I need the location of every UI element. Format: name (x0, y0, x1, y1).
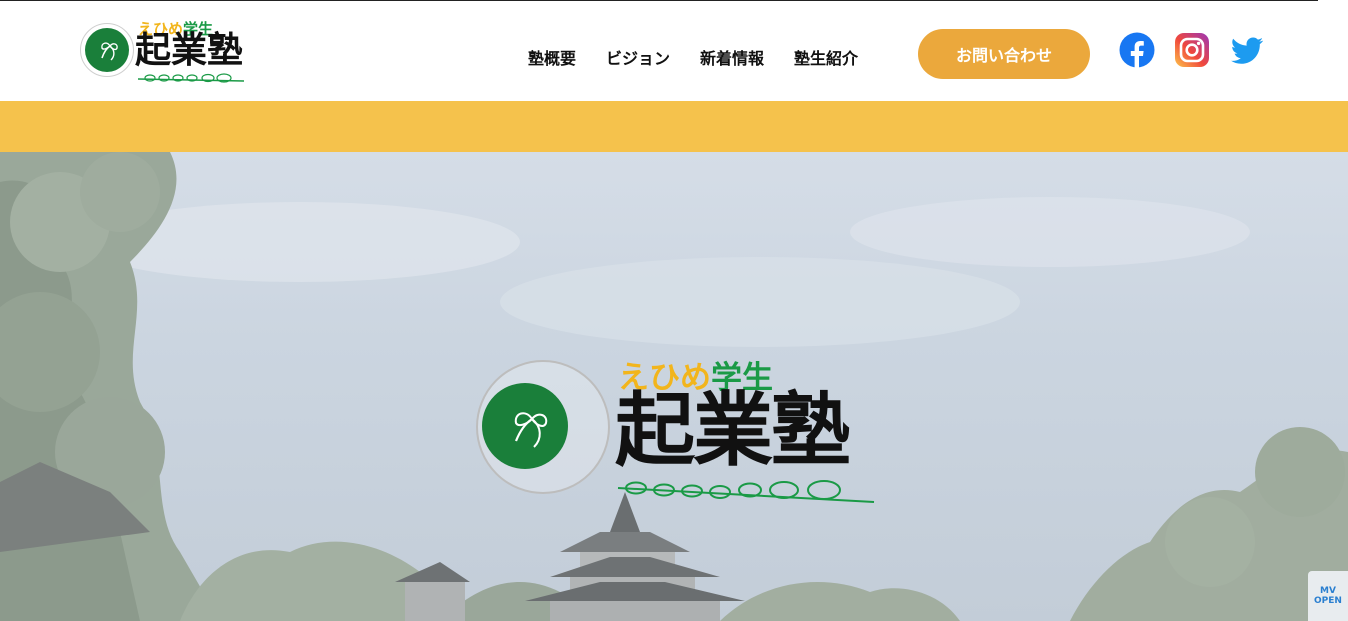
sprout-icon (101, 42, 118, 61)
contact-button[interactable]: お問い合わせ (918, 29, 1090, 79)
nav-item-vision[interactable]: ビジョン (606, 45, 670, 69)
hero-logo-emblem (476, 360, 610, 494)
logo-emblem (80, 23, 134, 77)
facebook-link[interactable] (1119, 32, 1155, 68)
site-header: えひめ学生 起業塾 塾概要 ビジョン 新着情報 塾生紹介 お問い合わせ (0, 1, 1348, 101)
site-logo[interactable]: えひめ学生 起業塾 (78, 15, 248, 87)
hero-logo: えひめ学生 起業塾 (472, 352, 892, 512)
badge-mark: MV (1320, 586, 1336, 596)
facebook-icon (1119, 32, 1155, 68)
nav-item-overview[interactable]: 塾概要 (528, 45, 576, 69)
page: えひめ学生 起業塾 塾概要 ビジョン 新着情報 塾生紹介 お問い合わせ えひめ学… (0, 0, 1348, 621)
accent-band (0, 101, 1348, 152)
instagram-link[interactable] (1174, 32, 1210, 68)
sprout-icon (514, 412, 548, 448)
vine-decoration (137, 73, 245, 83)
twitter-link[interactable] (1229, 32, 1265, 68)
vine-decoration (617, 480, 875, 503)
hero-section: えひめ学生 起業塾 (0, 152, 1348, 621)
nav-item-students[interactable]: 塾生紹介 (794, 45, 858, 69)
instagram-icon (1175, 33, 1209, 67)
hero-sprout-emblem (482, 383, 568, 469)
logo-title: 起業塾 (135, 30, 244, 71)
twitter-icon (1231, 37, 1264, 64)
main-nav: 塾概要 ビジョン 新着情報 塾生紹介 (528, 45, 888, 69)
badge-label: OPEN (1314, 596, 1342, 606)
nav-item-news[interactable]: 新着情報 (700, 45, 764, 69)
hero-title: 起業塾 (615, 384, 851, 477)
open-badge[interactable]: MV OPEN (1308, 571, 1348, 621)
sprout-emblem (85, 28, 129, 72)
